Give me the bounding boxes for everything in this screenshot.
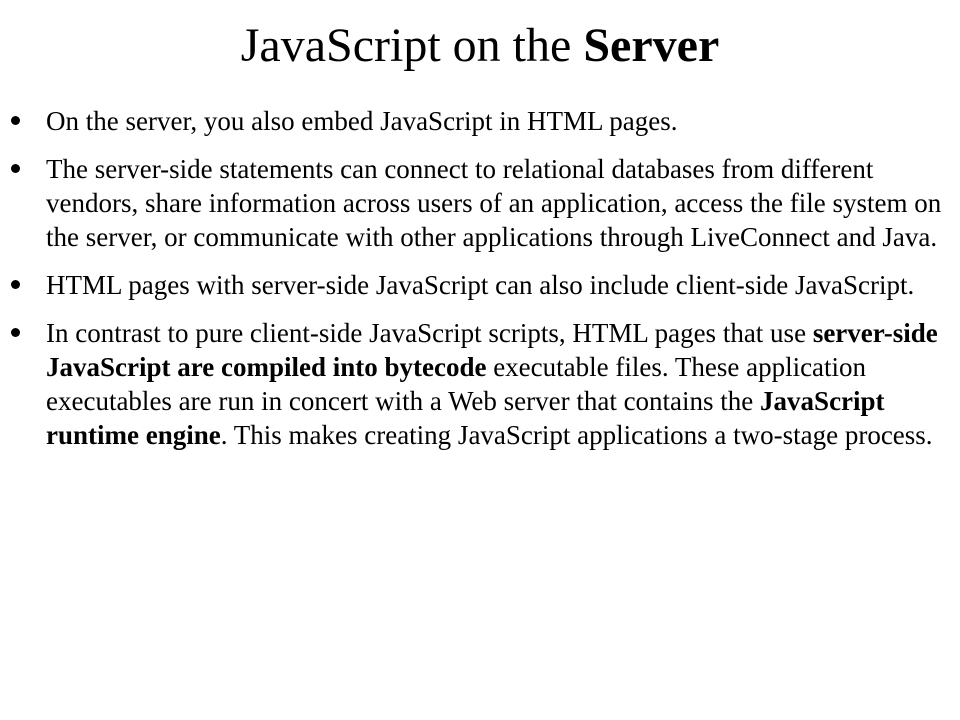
bullet-dot-icon [0, 104, 46, 138]
bullet-dot-icon [0, 152, 46, 186]
slide-title: JavaScript on the Server [0, 18, 960, 74]
bullet-text: HTML pages with server-side JavaScript c… [46, 270, 915, 300]
slide: JavaScript on the Server On the server, … [0, 0, 960, 720]
bullet-text-part: . This makes creating JavaScript applica… [220, 420, 933, 450]
bullet-text-part: In contrast to pure client-side JavaScri… [46, 318, 813, 348]
title-regular: JavaScript on the [240, 19, 584, 72]
bullet-text: On the server, you also embed JavaScript… [46, 106, 678, 136]
bullet-text: The server-side statements can connect t… [46, 154, 942, 252]
bullet-list: On the server, you also embed JavaScript… [0, 104, 960, 466]
bullet-dot-icon [0, 268, 46, 302]
bullet-dot-icon [0, 316, 46, 350]
bullet-item: In contrast to pure client-side JavaScri… [0, 316, 960, 452]
title-bold: Server [583, 19, 720, 72]
bullet-item: HTML pages with server-side JavaScript c… [0, 268, 960, 302]
bullet-item: The server-side statements can connect t… [0, 152, 960, 254]
bullet-item: On the server, you also embed JavaScript… [0, 104, 960, 138]
